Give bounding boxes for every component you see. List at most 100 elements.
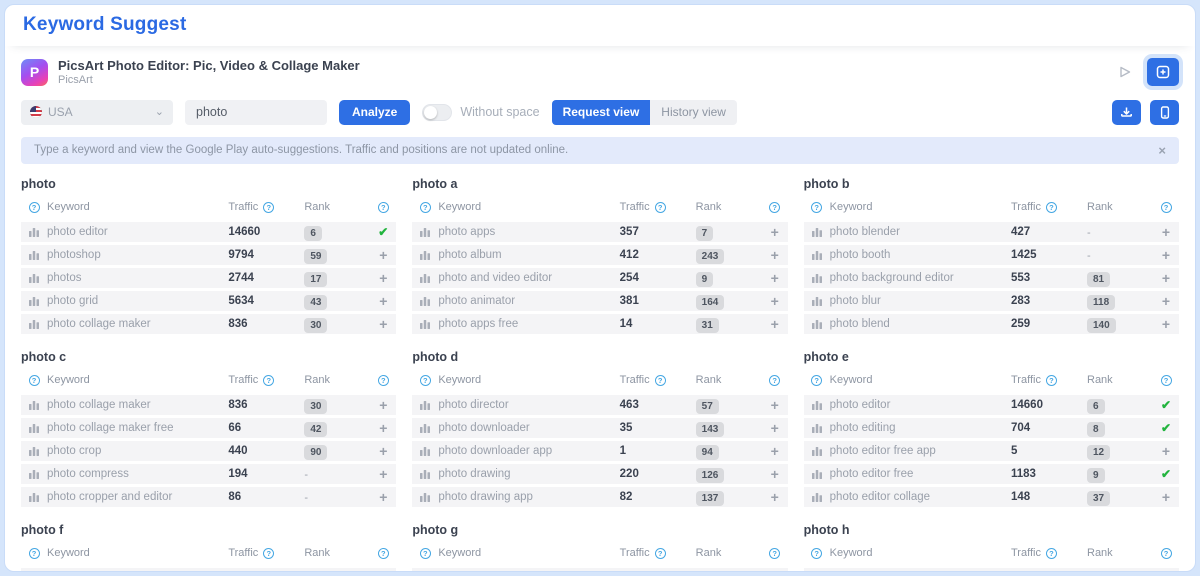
action-cell[interactable]: +: [370, 421, 396, 435]
info-icon[interactable]: ?: [420, 202, 431, 213]
action-cell[interactable]: +: [762, 490, 788, 504]
table-row[interactable]: photo drawing app 82 137 +: [412, 487, 787, 507]
action-cell[interactable]: +: [762, 271, 788, 285]
table-row[interactable]: photo blur 283 118 +: [804, 291, 1179, 311]
action-cell[interactable]: +: [370, 467, 396, 481]
action-cell[interactable]: +: [370, 317, 396, 331]
play-icon[interactable]: [1119, 66, 1131, 78]
action-cell[interactable]: +: [762, 421, 788, 435]
table-row[interactable]: photo apps free 14 31 +: [412, 314, 787, 334]
info-icon[interactable]: ?: [1046, 202, 1057, 213]
without-space-toggle[interactable]: [422, 104, 452, 121]
table-row[interactable]: photo editor collage 148 37 +: [804, 487, 1179, 507]
action-cell[interactable]: +: [370, 271, 396, 285]
table-row[interactable]: photoshop 9794 59 +: [21, 245, 396, 265]
action-cell[interactable]: +: [1153, 571, 1179, 572]
action-cell[interactable]: +: [1153, 444, 1179, 458]
table-row[interactable]: photo collage maker 836 30 +: [21, 395, 396, 415]
info-icon[interactable]: ?: [1046, 548, 1057, 559]
info-icon[interactable]: ?: [655, 375, 666, 386]
table-row[interactable]: photo crop 440 90 +: [21, 441, 396, 461]
action-cell[interactable]: ✔: [1153, 399, 1179, 411]
close-icon[interactable]: ×: [1158, 144, 1166, 157]
action-cell[interactable]: +: [762, 294, 788, 308]
table-row[interactable]: photo hider app 23 - +: [804, 568, 1179, 572]
info-icon[interactable]: ?: [378, 375, 389, 386]
table-row[interactable]: photo filters and effects 255 156 +: [21, 568, 396, 572]
action-cell[interactable]: +: [370, 398, 396, 412]
info-icon[interactable]: ?: [655, 202, 666, 213]
analyze-button[interactable]: Analyze: [339, 100, 410, 125]
info-icon[interactable]: ?: [420, 548, 431, 559]
action-cell[interactable]: +: [762, 317, 788, 331]
info-icon[interactable]: ?: [811, 202, 822, 213]
info-icon[interactable]: ?: [263, 548, 274, 559]
info-icon[interactable]: ?: [1161, 375, 1172, 386]
table-row[interactable]: photo apps 357 7 +: [412, 222, 787, 242]
action-cell[interactable]: +: [1153, 248, 1179, 262]
download-button[interactable]: [1112, 100, 1141, 125]
mobile-view-button[interactable]: [1150, 100, 1179, 125]
action-cell[interactable]: +: [370, 294, 396, 308]
table-row[interactable]: photo editor 14660 6 ✔: [21, 222, 396, 242]
info-icon[interactable]: ?: [29, 375, 40, 386]
table-row[interactable]: photo animator 381 164 +: [412, 291, 787, 311]
keyword-input[interactable]: [185, 100, 327, 125]
action-cell[interactable]: ✔: [1153, 422, 1179, 434]
table-row[interactable]: photo editing 704 8 ✔: [804, 418, 1179, 438]
info-icon[interactable]: ?: [811, 375, 822, 386]
action-cell[interactable]: +: [1153, 225, 1179, 239]
table-row[interactable]: photo drawing 220 126 +: [412, 464, 787, 484]
info-icon[interactable]: ?: [263, 375, 274, 386]
info-icon[interactable]: ?: [1161, 548, 1172, 559]
action-cell[interactable]: +: [370, 490, 396, 504]
action-cell[interactable]: +: [762, 225, 788, 239]
info-icon[interactable]: ?: [1046, 375, 1057, 386]
action-cell[interactable]: +: [762, 248, 788, 262]
info-icon[interactable]: ?: [769, 375, 780, 386]
table-row[interactable]: photo cropper and editor 86 - +: [21, 487, 396, 507]
info-icon[interactable]: ?: [29, 548, 40, 559]
table-row[interactable]: photo blender 427 - +: [804, 222, 1179, 242]
info-icon[interactable]: ?: [769, 202, 780, 213]
action-cell[interactable]: +: [1153, 271, 1179, 285]
info-icon[interactable]: ?: [378, 202, 389, 213]
table-row[interactable]: photo grid 5634 43 +: [21, 291, 396, 311]
info-icon[interactable]: ?: [378, 548, 389, 559]
table-row[interactable]: photo album 412 243 +: [412, 245, 787, 265]
table-row[interactable]: photo collage maker 836 30 +: [21, 314, 396, 334]
table-row[interactable]: photo blend 259 140 +: [804, 314, 1179, 334]
info-icon[interactable]: ?: [420, 375, 431, 386]
table-row[interactable]: photo and video editor 254 9 +: [412, 268, 787, 288]
country-select[interactable]: USA ⌄: [21, 100, 173, 125]
add-app-button[interactable]: [1147, 58, 1179, 86]
table-row[interactable]: photo director 463 57 +: [412, 395, 787, 415]
action-cell[interactable]: +: [762, 398, 788, 412]
table-row[interactable]: photo editor 14660 6 ✔: [804, 395, 1179, 415]
action-cell[interactable]: +: [762, 571, 788, 572]
action-cell[interactable]: +: [370, 248, 396, 262]
action-cell[interactable]: ✔: [370, 226, 396, 238]
info-icon[interactable]: ?: [769, 548, 780, 559]
action-cell[interactable]: +: [1153, 317, 1179, 331]
action-cell[interactable]: +: [370, 444, 396, 458]
table-row[interactable]: photo downloader app 1 94 +: [412, 441, 787, 461]
action-cell[interactable]: +: [1153, 294, 1179, 308]
table-row[interactable]: photo collage maker free 66 42 +: [21, 418, 396, 438]
info-icon[interactable]: ?: [811, 548, 822, 559]
table-row[interactable]: photos 2744 17 +: [21, 268, 396, 288]
action-cell[interactable]: +: [1153, 490, 1179, 504]
action-cell[interactable]: +: [762, 444, 788, 458]
action-cell[interactable]: ✔: [1153, 468, 1179, 480]
info-icon[interactable]: ?: [1161, 202, 1172, 213]
info-icon[interactable]: ?: [29, 202, 40, 213]
table-row[interactable]: photo background editor 553 81 +: [804, 268, 1179, 288]
table-row[interactable]: photo downloader 35 143 +: [412, 418, 787, 438]
table-row[interactable]: photo editor free 1183 9 ✔: [804, 464, 1179, 484]
table-row[interactable]: photo editor free app 5 12 +: [804, 441, 1179, 461]
info-icon[interactable]: ?: [655, 548, 666, 559]
history-view-button[interactable]: History view: [650, 100, 737, 125]
table-row[interactable]: photo compress 194 - +: [21, 464, 396, 484]
table-row[interactable]: photo booth 1425 - +: [804, 245, 1179, 265]
action-cell[interactable]: +: [370, 571, 396, 572]
